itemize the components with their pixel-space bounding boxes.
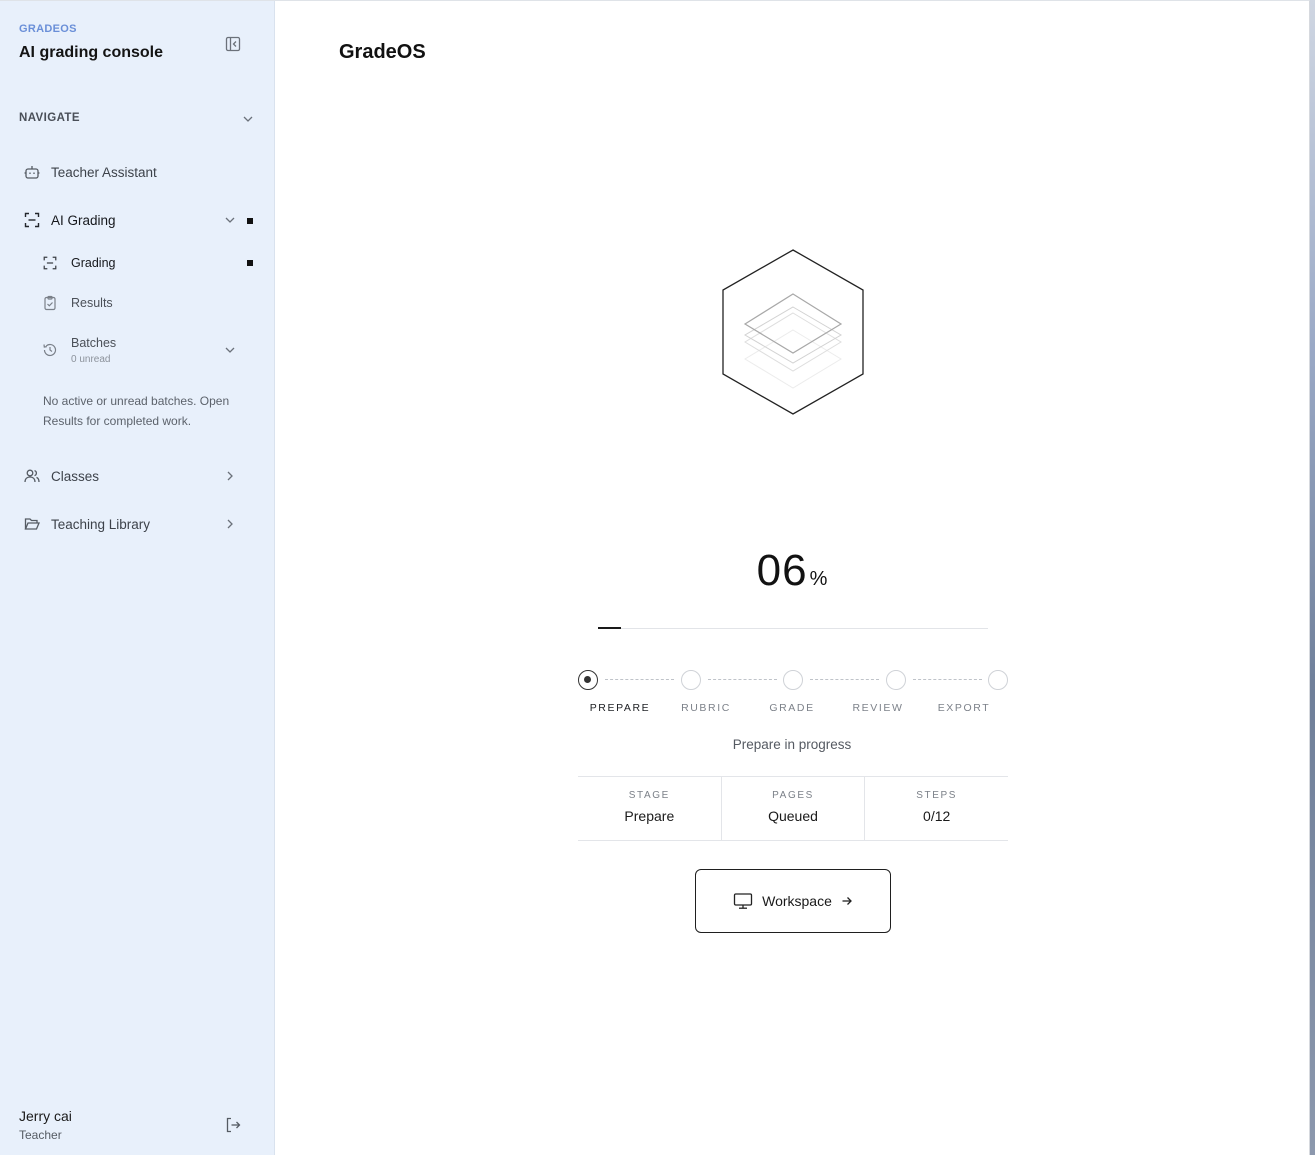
history-icon	[43, 343, 57, 357]
chevron-right-icon[interactable]	[223, 469, 237, 483]
stat-value: Prepare	[624, 808, 675, 824]
step-review-label: REVIEW	[852, 702, 904, 714]
stat-steps: STEPS 0/12	[865, 777, 1008, 840]
sidebar-item-teaching-library[interactable]: Teaching Library	[19, 509, 259, 539]
stat-pages: PAGES Queued	[722, 777, 866, 840]
users-icon	[24, 469, 40, 483]
step-connector	[708, 679, 777, 680]
step-connector	[605, 679, 674, 680]
sidebar-item-label: Classes	[51, 468, 100, 484]
sidebar-item-label: Grading	[71, 256, 116, 270]
stat-label: STEPS	[916, 790, 958, 801]
chevron-down-icon[interactable]	[241, 112, 255, 126]
hexagon-layers-icon	[722, 249, 864, 415]
chevron-right-icon[interactable]	[223, 517, 237, 531]
step-export-marker	[988, 670, 1008, 690]
progress-bar-fill	[598, 627, 621, 629]
scan-icon	[24, 212, 40, 228]
step-rubric-marker	[681, 670, 701, 690]
stat-label: STAGE	[628, 790, 670, 801]
logout-icon[interactable]	[224, 1116, 242, 1134]
sidebar-item-label: Batches	[71, 336, 117, 350]
step-prepare-label: PREPARE	[589, 702, 651, 714]
arrow-right-icon	[842, 897, 852, 905]
progress-value: 06	[756, 546, 808, 595]
stat-value: 0/12	[923, 808, 951, 824]
active-indicator	[247, 260, 253, 266]
step-grade-label: GRADE	[769, 702, 815, 714]
step-export-label: EXPORT	[937, 702, 991, 714]
sidebar-item-label: AI Grading	[51, 212, 116, 228]
workspace-button-label: Workspace	[762, 893, 832, 909]
brand-title: AI grading console	[19, 44, 164, 61]
sidebar-collapse-icon[interactable]	[224, 35, 242, 53]
sidebar-item-classes[interactable]: Classes	[19, 461, 259, 491]
stage-stepper	[578, 669, 1008, 691]
stat-value: Queued	[768, 808, 818, 824]
sidebar-item-ai-grading[interactable]: AI Grading	[19, 205, 259, 235]
stat-label: PAGES	[772, 790, 814, 801]
brand-kicker: GRADEOS	[19, 23, 77, 35]
sidebar-item-batches[interactable]: Batches	[42, 330, 262, 357]
step-connector	[810, 679, 879, 680]
step-grade-marker	[783, 670, 803, 690]
stats-panel: STAGE Prepare PAGES Queued STEPS 0/12	[578, 776, 1008, 841]
sidebar-item-results[interactable]: Results	[42, 290, 262, 316]
bot-icon	[24, 166, 40, 179]
sidebar-item-label: Results	[71, 296, 113, 310]
navigate-header: NAVIGATE	[19, 112, 80, 124]
sidebar-item-label: Teaching Library	[51, 516, 151, 532]
clipboard-check-icon	[44, 295, 56, 311]
step-review-marker	[886, 670, 906, 690]
sidebar-item-label: Teacher Assistant	[51, 164, 157, 180]
workspace-button[interactable]: Workspace	[695, 869, 891, 933]
active-indicator	[247, 218, 253, 224]
batches-unread-count: 0 unread	[71, 354, 111, 365]
user-name: Jerry cai	[19, 1108, 72, 1124]
chevron-down-icon[interactable]	[223, 343, 237, 357]
page-title: GradeOS	[339, 41, 426, 63]
chevron-down-icon[interactable]	[223, 213, 237, 227]
step-connector	[913, 679, 982, 680]
sidebar-item-grading[interactable]: Grading	[42, 250, 262, 276]
sidebar-item-teacher-assistant[interactable]: Teacher Assistant	[19, 157, 259, 187]
progress-percentage: 06%	[692, 546, 892, 596]
user-role: Teacher	[19, 1128, 62, 1142]
progress-unit: %	[809, 568, 828, 590]
stat-stage: STAGE Prepare	[578, 777, 722, 840]
scan-icon	[43, 256, 57, 270]
step-prepare-marker	[578, 670, 598, 690]
step-rubric-label: RUBRIC	[681, 702, 731, 714]
progress-bar	[598, 627, 988, 629]
status-text: Prepare in progress	[732, 737, 852, 752]
monitor-icon	[733, 893, 753, 909]
folder-open-icon	[24, 518, 40, 530]
sidebar: GRADEOS AI grading console NAVIGATE Teac…	[0, 1, 275, 1155]
window-edge	[1310, 0, 1315, 1155]
batches-empty-note: No active or unread batches. Open Result…	[43, 394, 230, 428]
app-window: GRADEOS AI grading console NAVIGATE Teac…	[0, 0, 1310, 1155]
